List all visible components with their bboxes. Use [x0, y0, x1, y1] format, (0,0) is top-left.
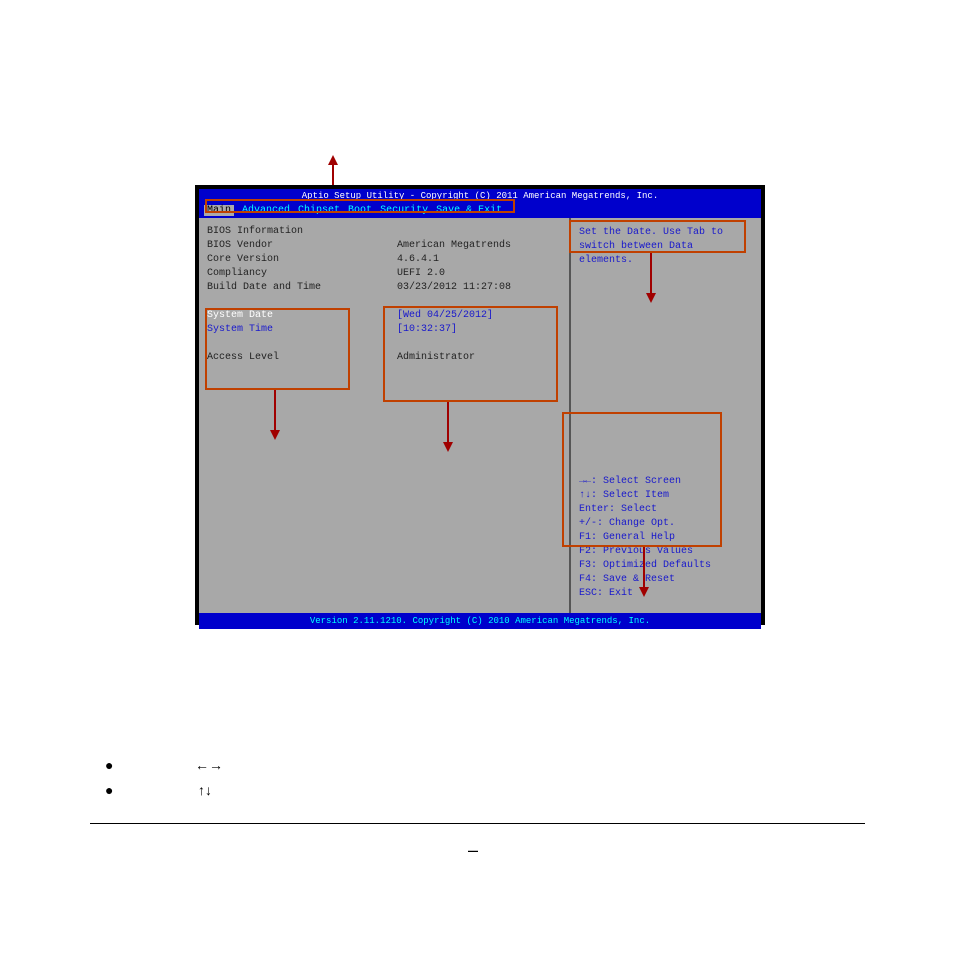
footer-rule	[90, 823, 865, 824]
system-date-label[interactable]: System Date	[207, 309, 397, 323]
hint-change-opt: +/-: Change Opt.	[579, 517, 753, 531]
vendor-label: BIOS Vendor	[207, 239, 397, 253]
help-text-2: switch between Data elements.	[579, 240, 753, 268]
hint-save-reset: F4: Save & Reset	[579, 573, 753, 587]
hint-previous-values: F2: Previous Values	[579, 545, 753, 559]
vendor-value: American Megatrends	[397, 239, 561, 253]
hint-enter: Enter: Select	[579, 503, 753, 517]
key-hints: →←: Select Screen ↑↓: Select Item Enter:…	[579, 475, 753, 601]
tab-save-exit[interactable]: Save & Exit	[436, 205, 502, 216]
access-value: Administrator	[397, 351, 561, 365]
build-value: 03/23/2012 11:27:08	[397, 281, 561, 295]
tab-advanced[interactable]: Advanced	[242, 205, 290, 216]
build-label: Build Date and Time	[207, 281, 397, 295]
hint-optimized-defaults: F3: Optimized Defaults	[579, 559, 753, 573]
bios-title-bar: Aptio Setup Utility - Copyright (C) 2011…	[199, 189, 761, 203]
core-label: Core Version	[207, 253, 397, 267]
bios-body: BIOS Information BIOS Vendor American Me…	[199, 218, 761, 613]
core-value: 4.6.4.1	[397, 253, 561, 267]
system-time-label[interactable]: System Time	[207, 323, 397, 337]
tab-main[interactable]: Main	[204, 205, 234, 216]
tab-security[interactable]: Security	[380, 205, 428, 216]
bios-screenshot: Aptio Setup Utility - Copyright (C) 2011…	[195, 185, 765, 625]
tab-chipset[interactable]: Chipset	[298, 205, 340, 216]
system-date-value[interactable]: [Wed 04/25/2012]	[397, 309, 561, 323]
compliancy-value: UEFI 2.0	[397, 267, 561, 281]
arrows-ud: ↑↓	[198, 782, 212, 798]
hint-general-help: F1: General Help	[579, 531, 753, 545]
hint-exit: ESC: Exit	[579, 587, 753, 601]
bios-tabs: Main Advanced Chipset Boot Security Save…	[199, 203, 761, 218]
page-dash: –	[468, 840, 478, 861]
bios-main-panel: BIOS Information BIOS Vendor American Me…	[199, 218, 571, 613]
system-time-value[interactable]: [10:32:37]	[397, 323, 561, 337]
bullet-2: ●	[105, 782, 143, 798]
tab-boot[interactable]: Boot	[348, 205, 372, 216]
hint-select-item: ↑↓: Select Item	[579, 489, 753, 503]
bios-help-panel: Set the Date. Use Tab to switch between …	[571, 218, 761, 613]
access-label: Access Level	[207, 351, 397, 365]
hint-select-screen: →←: Select Screen	[579, 475, 753, 489]
section-title: BIOS Information	[207, 226, 561, 237]
arrows-lr: ←→	[195, 757, 223, 773]
bios-footer: Version 2.11.1210. Copyright (C) 2010 Am…	[199, 613, 761, 629]
bullet-1: ●	[105, 757, 143, 773]
compliancy-label: Compliancy	[207, 267, 397, 281]
help-text-1: Set the Date. Use Tab to	[579, 226, 753, 240]
